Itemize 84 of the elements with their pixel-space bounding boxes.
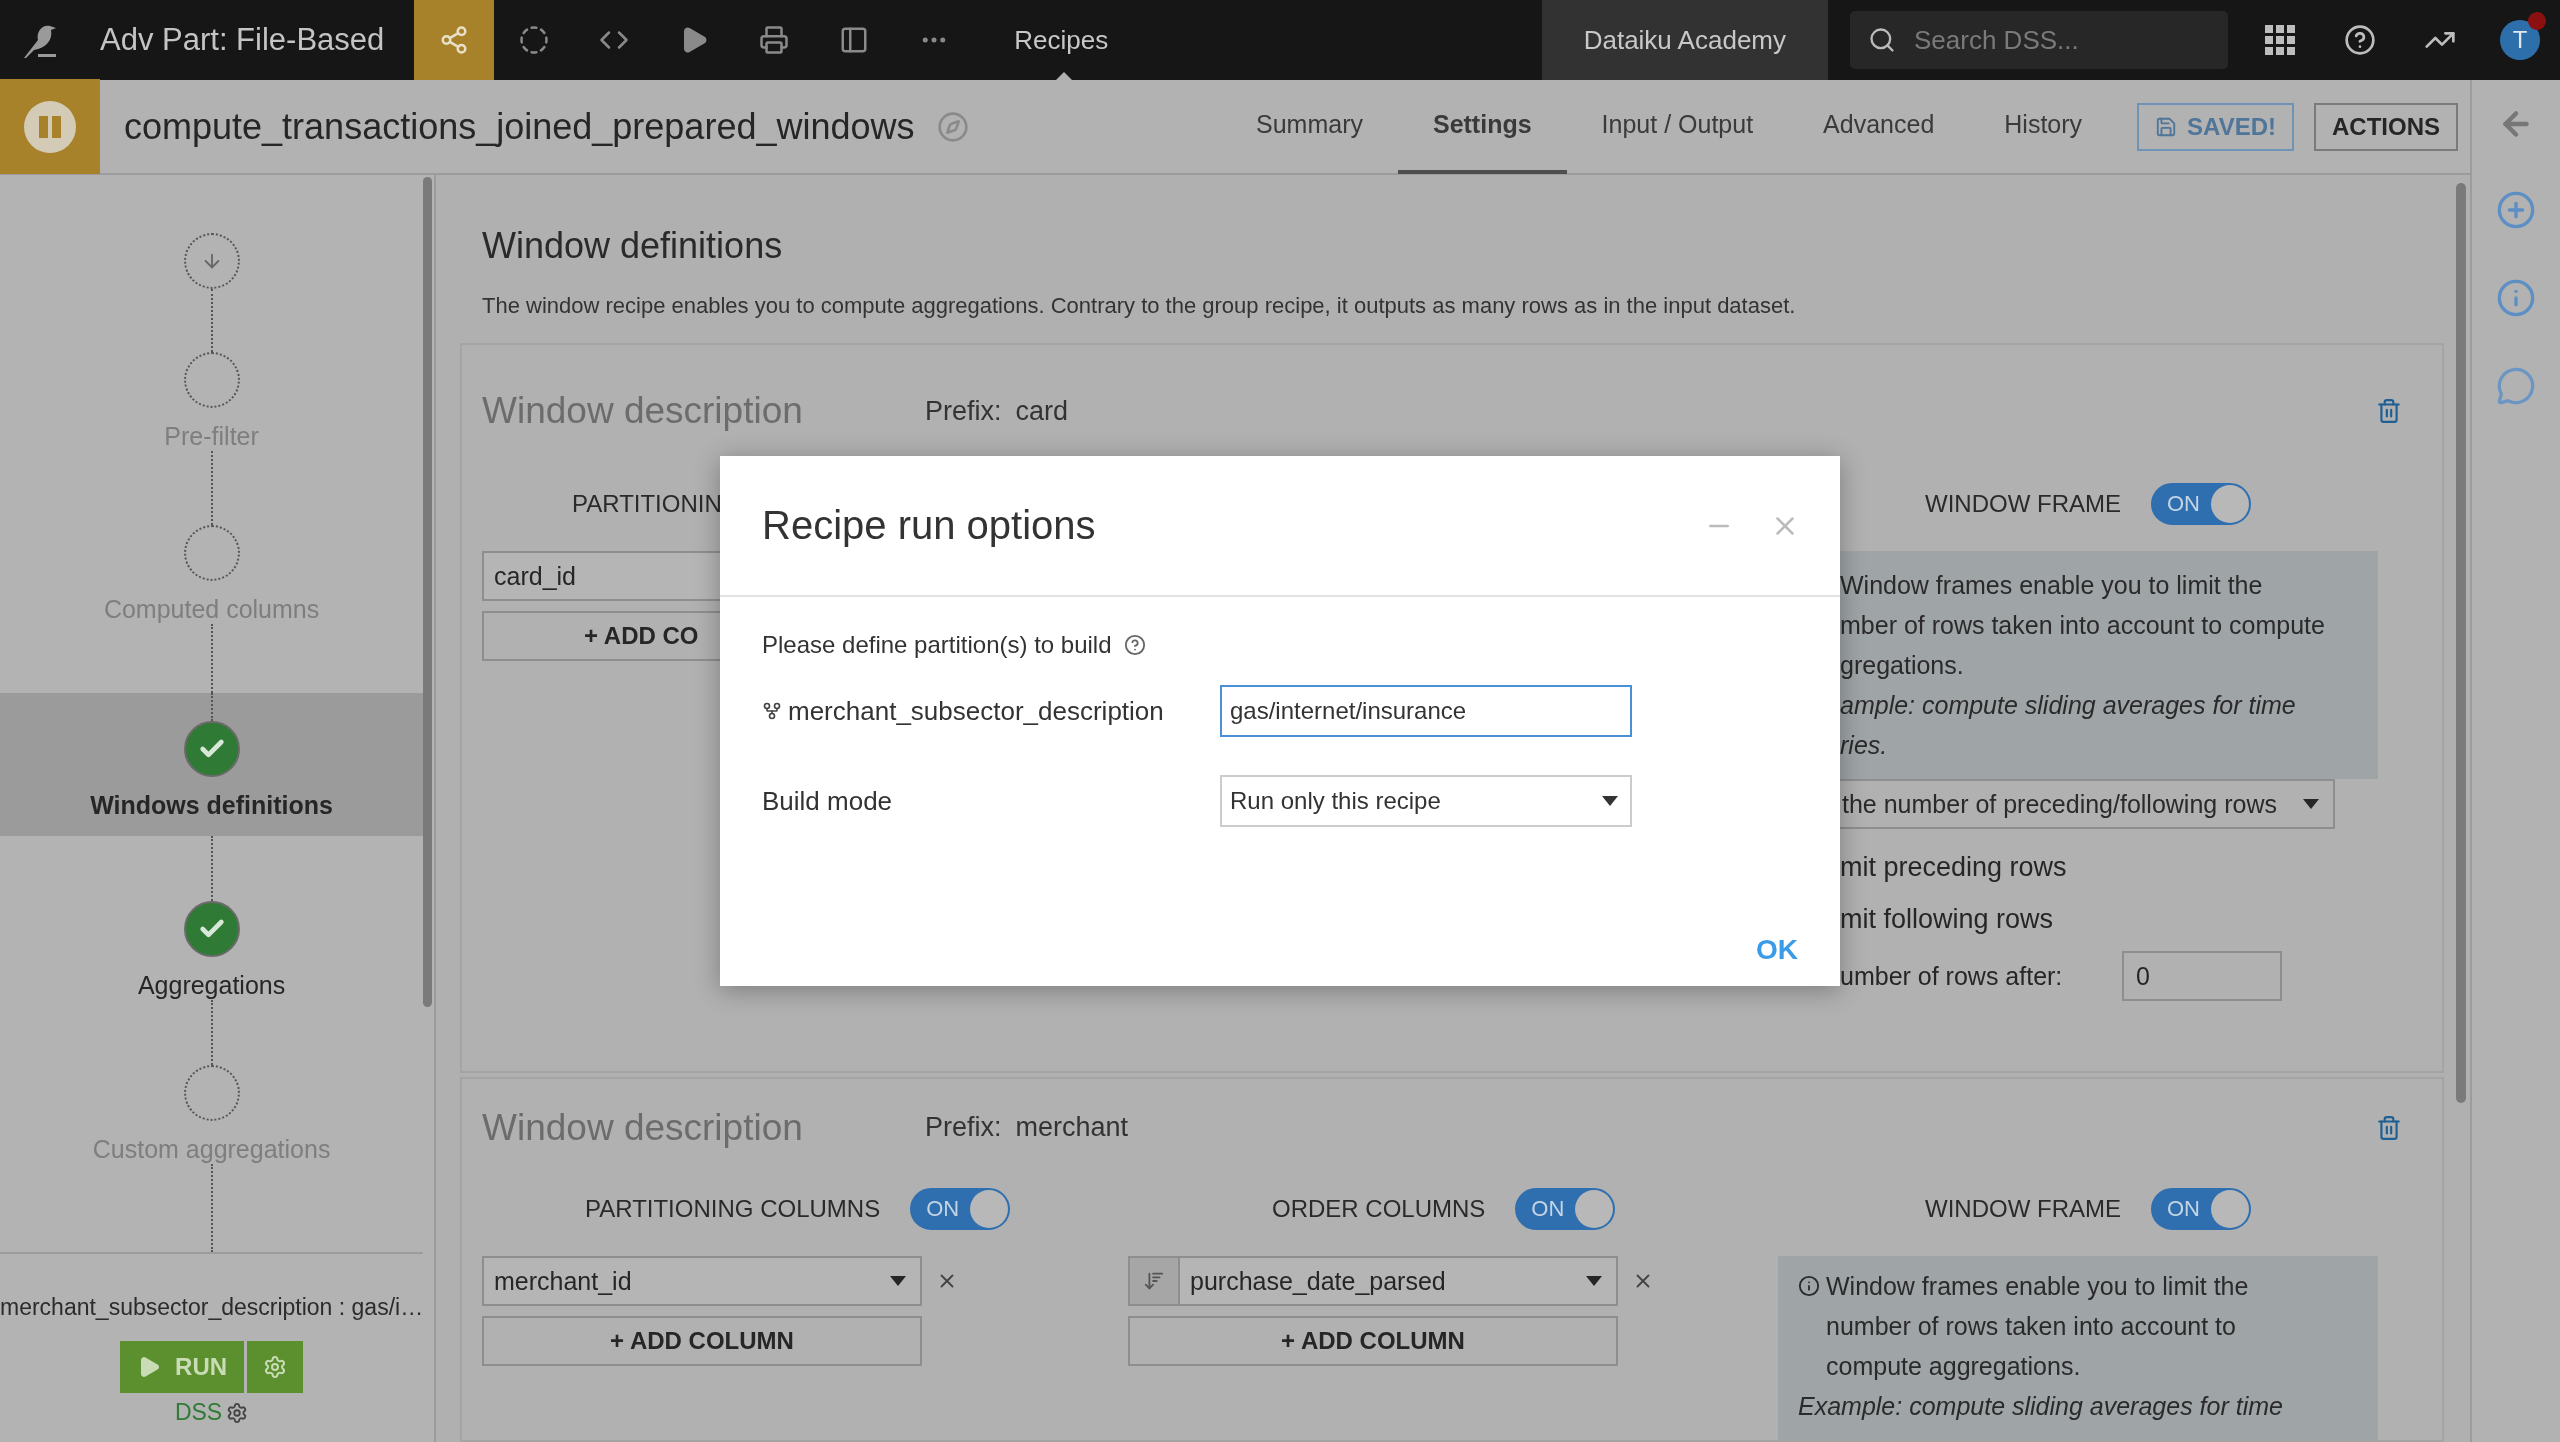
tab[interactable]: Settings bbox=[1397, 79, 1567, 174]
step-label[interactable]: Windows definitions bbox=[90, 791, 333, 821]
save-icon bbox=[2155, 115, 2178, 138]
step-circle[interactable] bbox=[183, 1064, 240, 1121]
run-settings-button[interactable] bbox=[247, 1341, 304, 1393]
step-circle[interactable] bbox=[183, 351, 240, 408]
instance-label[interactable]: Dataiku Academy bbox=[1541, 0, 1828, 80]
compass-icon[interactable] bbox=[936, 110, 969, 143]
tab[interactable]: Summary bbox=[1221, 79, 1398, 174]
add-icon[interactable] bbox=[2496, 190, 2536, 230]
user-avatar[interactable]: T bbox=[2500, 20, 2540, 60]
prefix-label: Prefix: bbox=[925, 1112, 1002, 1143]
info-text: Window frames enable you to limit the bbox=[1840, 570, 2264, 601]
example-text: Example: compute sliding averages for time bbox=[1798, 1391, 2284, 1422]
ok-button[interactable]: OK bbox=[1748, 928, 1806, 972]
toggle-switch[interactable]: ON bbox=[2151, 483, 2251, 525]
info-text: mber of rows taken into account to compute bbox=[1840, 610, 2326, 641]
tab[interactable]: Advanced bbox=[1788, 79, 1970, 174]
card-title: Window description bbox=[482, 390, 804, 432]
help-icon[interactable] bbox=[1123, 634, 1146, 656]
partition-label: merchant_subsector_description bbox=[788, 695, 1164, 727]
partition-label: merchant_subsector_description : gas/i… bbox=[0, 1294, 424, 1321]
recipe-title: compute_transactions_joined_prepared_windows bbox=[124, 105, 915, 148]
example-text: ample: compute sliding averages for time bbox=[1840, 690, 2297, 721]
build-mode-select[interactable]: Run only this recipe bbox=[1220, 775, 1632, 827]
start-step-icon[interactable] bbox=[183, 233, 240, 289]
page-title: Window definitions bbox=[482, 225, 784, 267]
caret-icon bbox=[1586, 1276, 1602, 1286]
add-column-button[interactable]: + ADD COLUMN bbox=[482, 1316, 922, 1366]
scrollbar[interactable] bbox=[2456, 183, 2466, 1103]
prefix-value: card bbox=[1015, 395, 1069, 427]
prefix-label: Prefix: bbox=[925, 395, 1002, 427]
scrollbar[interactable] bbox=[423, 177, 432, 1007]
column-select[interactable]: merchant_id bbox=[482, 1256, 922, 1306]
ring-icon[interactable] bbox=[519, 25, 550, 55]
caret-icon bbox=[1602, 796, 1618, 806]
notification-dot bbox=[2528, 12, 2546, 30]
rows-after-label: umber of rows after: bbox=[1840, 961, 2064, 991]
example-text: ries. bbox=[1840, 730, 1889, 761]
project-name[interactable]: Adv Part: File-Based bbox=[80, 22, 415, 58]
apps-grid-icon[interactable] bbox=[2265, 25, 2295, 55]
partition-icon bbox=[762, 701, 782, 721]
gears-icon[interactable] bbox=[226, 1401, 249, 1424]
info-icon bbox=[1798, 1275, 1820, 1297]
section-label: PARTITIONIN bbox=[572, 490, 722, 518]
caret-icon bbox=[890, 1276, 906, 1286]
sort-icon[interactable] bbox=[1143, 1270, 1165, 1292]
partition-field[interactable]: gas/internet/insurance bbox=[1220, 685, 1632, 737]
search-icon[interactable] bbox=[1868, 26, 1896, 54]
card-title: Window description bbox=[482, 1106, 804, 1149]
window-recipe-icon bbox=[37, 113, 63, 140]
info-icon[interactable] bbox=[2496, 278, 2536, 318]
gear-icon bbox=[263, 1355, 288, 1379]
rows-after-field[interactable]: 0 bbox=[2122, 951, 2282, 1001]
toggle-switch[interactable]: ON bbox=[2151, 1188, 2251, 1230]
toggle-switch[interactable]: ON bbox=[910, 1188, 1011, 1230]
printer-icon[interactable] bbox=[759, 25, 790, 55]
actions-button[interactable]: ACTIONS bbox=[2314, 102, 2458, 151]
page-description: The window recipe enables you to compute aggregations. Contrary to the group recipe, it outputs as many rows as in the input dataset. bbox=[482, 293, 1797, 319]
dialog-title: Recipe run options bbox=[762, 503, 1097, 548]
trash-icon[interactable] bbox=[2376, 398, 2402, 424]
caret-icon bbox=[2303, 799, 2319, 809]
trash-icon[interactable] bbox=[2376, 1114, 2402, 1141]
help-icon[interactable] bbox=[2344, 24, 2376, 56]
section-label: WINDOW FRAME bbox=[1925, 490, 2121, 518]
section-label: WINDOW FRAME bbox=[1925, 1195, 2121, 1223]
toggle-switch[interactable]: ON bbox=[1515, 1188, 1616, 1230]
info-text: Window frames enable you to limit the number of rows taken into account to compute aggregations. bbox=[1826, 1271, 2250, 1382]
step-label[interactable]: Aggregations bbox=[137, 970, 286, 1000]
info-text: gregations. bbox=[1840, 650, 1965, 681]
section-link[interactable]: Recipes bbox=[1014, 24, 1109, 56]
search-field[interactable]: Search DSS... bbox=[1850, 11, 2228, 69]
step-circle[interactable] bbox=[183, 525, 240, 582]
add-column-button[interactable]: + ADD COLUMN bbox=[1128, 1316, 1618, 1366]
section-label: ORDER COLUMNS bbox=[1272, 1195, 1486, 1223]
frame-option-label: mit preceding rows bbox=[1839, 850, 2068, 884]
column-select[interactable]: purchase_date_parsed bbox=[1178, 1256, 1618, 1306]
tab[interactable]: History bbox=[1969, 79, 2118, 174]
tab[interactable]: Input / Output bbox=[1566, 79, 1789, 174]
dashboard-icon[interactable] bbox=[839, 25, 870, 55]
frame-option-label: mit following rows bbox=[1839, 902, 2055, 936]
build-mode-label: Build mode bbox=[762, 785, 893, 817]
section-label: PARTITIONING COLUMNS bbox=[585, 1195, 881, 1223]
prefix-value: merchant bbox=[1015, 1112, 1129, 1143]
